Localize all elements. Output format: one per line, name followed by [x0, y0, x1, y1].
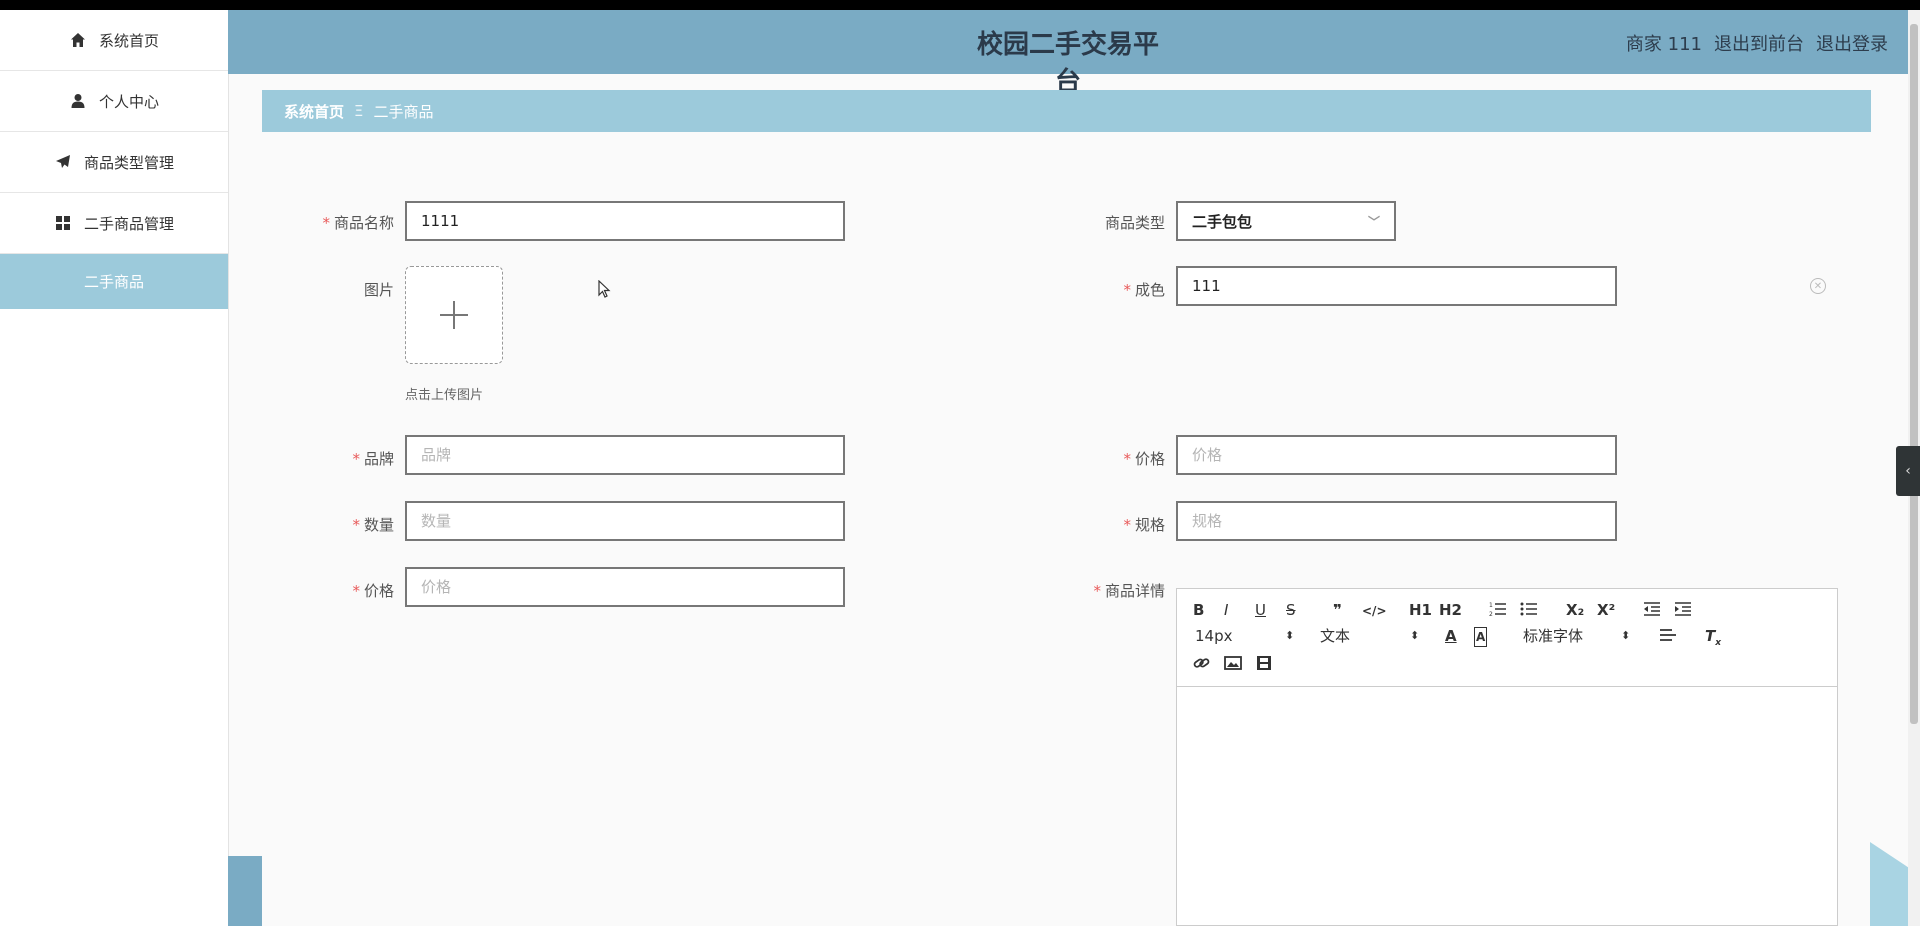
- text-style-select[interactable]: 文本 ⬍: [1320, 627, 1419, 645]
- bullet-list-icon[interactable]: [1520, 601, 1538, 621]
- h2-button[interactable]: H2: [1439, 601, 1462, 619]
- clear-icon[interactable]: ✕: [1810, 278, 1826, 294]
- price-right-label: * 价格: [1123, 450, 1165, 468]
- underline-button[interactable]: U: [1255, 601, 1266, 619]
- svg-text:1: 1: [1489, 602, 1493, 609]
- italic-button[interactable]: I: [1224, 601, 1228, 619]
- breadcrumb-current: 二手商品: [373, 102, 434, 121]
- condition-input[interactable]: [1176, 266, 1617, 306]
- name-input[interactable]: [405, 201, 845, 241]
- sidebar-item-label: 系统首页: [98, 31, 159, 50]
- price-input-right[interactable]: [1176, 435, 1617, 475]
- sidebar-item-goods-mgmt[interactable]: 二手商品管理: [0, 193, 228, 254]
- price-input-left[interactable]: [405, 567, 845, 607]
- collapse-toggle-button[interactable]: ‹: [1896, 446, 1920, 496]
- clear-format-icon[interactable]: Tx: [1705, 627, 1721, 652]
- plus-icon: [440, 301, 468, 329]
- rich-text-editor: B I U S ❞ </> H1 H2 12 X₂ X² 14px ⬍ 文本 ⬍ A…: [1176, 588, 1838, 926]
- front-link[interactable]: 退出到前台: [1714, 30, 1804, 56]
- ordered-list-icon[interactable]: 12: [1489, 601, 1507, 621]
- quantity-label: * 数量: [352, 516, 394, 534]
- text-style-value: 文本: [1320, 627, 1351, 645]
- sidebar-item-label: 二手商品管理: [83, 214, 174, 233]
- paper-plane-icon: [54, 153, 72, 171]
- svg-text:2: 2: [1489, 611, 1493, 617]
- updown-arrows-icon: ⬍: [1410, 629, 1420, 642]
- video-icon[interactable]: [1255, 655, 1273, 675]
- sidebar: 系统首页 个人中心 商品类型管理 二手商品管理 二手商品: [0, 10, 229, 926]
- image-icon[interactable]: [1224, 655, 1242, 675]
- brand-input[interactable]: [405, 435, 845, 475]
- chevron-down-icon: ﹀: [1367, 215, 1380, 229]
- updown-arrows-icon: ⬍: [1285, 629, 1295, 642]
- grid-icon: [54, 214, 72, 232]
- brand-input-field[interactable]: [421, 446, 843, 464]
- upload-hint: 点击上传图片: [405, 388, 484, 403]
- decorative-shape-left: [228, 856, 262, 926]
- decorative-shape-right: [1870, 842, 1908, 926]
- name-label: * 商品名称: [322, 214, 394, 232]
- home-icon: [69, 31, 87, 49]
- editor-toolbar: B I U S ❞ </> H1 H2 12 X₂ X² 14px ⬍ 文本 ⬍ A…: [1177, 589, 1837, 687]
- type-label: 商品类型: [1104, 214, 1165, 232]
- brand-label: * 品牌: [352, 450, 394, 468]
- editor-content-area[interactable]: [1177, 687, 1837, 925]
- price-input-right-field[interactable]: [1192, 446, 1615, 464]
- price-input-left-field[interactable]: [421, 578, 843, 596]
- sidebar-item-category-mgmt[interactable]: 商品类型管理: [0, 132, 228, 193]
- type-select[interactable]: 二手包包 ﹀: [1176, 201, 1396, 241]
- sidebar-subitem-label: 二手商品: [83, 273, 144, 291]
- sidebar-item-profile[interactable]: 个人中心: [0, 71, 228, 132]
- spec-input[interactable]: [1176, 501, 1617, 541]
- breadcrumb-separator: Ξ: [354, 102, 364, 120]
- condition-label: * 成色: [1123, 281, 1165, 299]
- breadcrumb: 系统首页 Ξ 二手商品: [262, 90, 1871, 132]
- name-input-field[interactable]: [421, 212, 843, 230]
- type-select-value: 二手包包: [1192, 212, 1253, 231]
- bold-button[interactable]: B: [1193, 601, 1204, 619]
- sidebar-item-home[interactable]: 系统首页: [0, 10, 228, 71]
- current-user: 商家 111: [1625, 34, 1702, 55]
- font-size-select[interactable]: 14px ⬍: [1195, 627, 1294, 645]
- strike-button[interactable]: S: [1286, 601, 1296, 619]
- font-family-value: 标准字体: [1523, 627, 1584, 645]
- subscript-button[interactable]: X₂: [1566, 601, 1584, 619]
- breadcrumb-home[interactable]: 系统首页: [284, 101, 344, 122]
- updown-arrows-icon: ⬍: [1621, 629, 1631, 642]
- logout-link[interactable]: 退出登录: [1816, 30, 1888, 56]
- superscript-button[interactable]: X²: [1597, 601, 1615, 619]
- quantity-input[interactable]: [405, 501, 845, 541]
- top-black-bar: [0, 0, 1920, 10]
- user-icon: [69, 92, 87, 110]
- chevron-left-icon: ‹: [1905, 463, 1911, 479]
- code-block-button[interactable]: </>: [1362, 602, 1387, 620]
- site-title: 校园二手交易平台: [976, 30, 1159, 97]
- blockquote-button[interactable]: ❞: [1333, 601, 1342, 619]
- header-bar: 校园二手交易平台 商家 111 退出到前台 退出登录: [228, 10, 1908, 97]
- quantity-input-field[interactable]: [421, 512, 843, 530]
- spec-input-field[interactable]: [1192, 512, 1615, 530]
- align-icon[interactable]: [1659, 627, 1677, 647]
- image-upload-button[interactable]: [405, 266, 503, 364]
- background-color-icon[interactable]: A: [1474, 627, 1488, 647]
- spec-label: * 规格: [1123, 516, 1165, 534]
- image-label: 图片: [363, 281, 394, 299]
- sidebar-subitem-secondhand-goods[interactable]: 二手商品: [0, 254, 228, 309]
- font-size-value: 14px: [1195, 627, 1233, 645]
- font-color-icon[interactable]: A: [1445, 627, 1457, 645]
- font-family-select[interactable]: 标准字体 ⬍: [1523, 627, 1630, 645]
- indent-icon[interactable]: [1674, 601, 1692, 621]
- mouse-cursor-icon: [598, 280, 611, 298]
- scrollbar-thumb[interactable]: [1910, 24, 1918, 724]
- link-icon[interactable]: [1193, 655, 1211, 675]
- sidebar-item-label: 个人中心: [98, 92, 159, 111]
- h1-button[interactable]: H1: [1409, 601, 1432, 619]
- condition-input-field[interactable]: [1192, 277, 1615, 295]
- price-left-label: * 价格: [352, 582, 394, 600]
- outdent-icon[interactable]: [1643, 601, 1661, 621]
- header-links: 商家 111 退出到前台 退出登录: [1626, 30, 1888, 56]
- sidebar-item-label: 商品类型管理: [83, 153, 174, 172]
- details-label: * 商品详情: [1093, 582, 1165, 600]
